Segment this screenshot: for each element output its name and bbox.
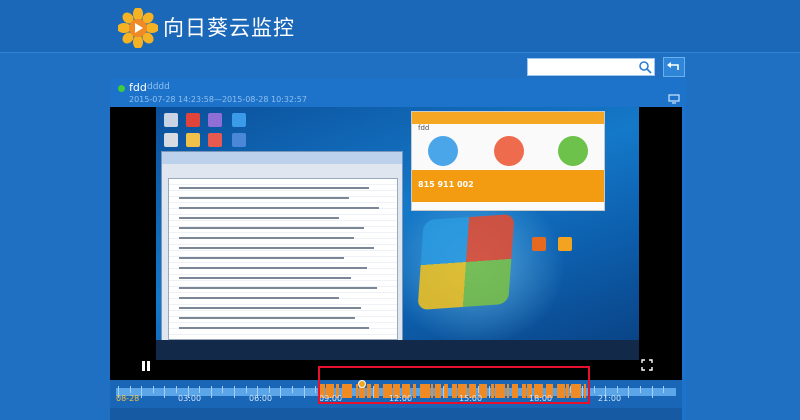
video-player[interactable]: fdd 815 911 002: [110, 107, 682, 380]
timeline-tick: [152, 386, 154, 393]
timeline-tick: [628, 386, 630, 398]
desktop-icon: [232, 133, 246, 147]
timeline-tick: [222, 386, 224, 393]
timeline-tick: [245, 386, 247, 393]
search-icon[interactable]: [638, 60, 652, 74]
client-name: fdd: [418, 124, 430, 132]
desktop-icon: [558, 237, 572, 251]
desktop-icon: [532, 237, 546, 251]
desktop-icon: [208, 113, 222, 127]
device-subtitle: dddd: [147, 82, 170, 92]
timeline-tick: [640, 386, 641, 393]
back-button[interactable]: [663, 57, 685, 77]
timeline-hour-label: 21:00: [598, 394, 622, 403]
windows-taskbar: [156, 340, 639, 360]
timeline-tick: [593, 386, 595, 393]
timeline-hour-label: 06:00: [249, 394, 273, 403]
app-header: 向日葵云监控: [0, 0, 800, 53]
timeline-tick: [651, 386, 653, 398]
process-list: [168, 178, 398, 340]
desktop-icon: [164, 113, 178, 127]
device-name: fdd: [129, 81, 147, 94]
monitor-icon[interactable]: [668, 94, 680, 104]
device-time-range: 2015-07-28 14:23:58—2015-08-28 10:32:57: [129, 95, 307, 104]
search-input[interactable]: [527, 58, 655, 76]
timeline-tick: [141, 386, 143, 398]
timeline-date: 08-28: [116, 394, 140, 403]
windows-wallpaper-logo: [417, 213, 515, 311]
timeline-tick: [210, 386, 212, 398]
timeline-tick: [616, 386, 618, 393]
timeline-tick: [663, 386, 665, 393]
pause-icon[interactable]: [141, 361, 151, 371]
desktop-icon: [208, 133, 222, 147]
timeline-subrow: [110, 408, 682, 420]
client-code: 815 911 002: [418, 180, 474, 189]
desktop-icon: [164, 133, 178, 147]
timeline-tick: [280, 386, 282, 398]
camera-icon: [494, 136, 524, 166]
timeline-tick: [129, 386, 131, 393]
desktop-icon: [232, 113, 246, 127]
sunlogin-client-window: fdd 815 911 002: [411, 111, 605, 211]
online-status-dot: [118, 85, 125, 92]
timeline-tick: [315, 386, 317, 393]
network-icon: [558, 136, 588, 166]
desktop-icon: [186, 133, 200, 147]
app-title: 向日葵云监控: [163, 16, 295, 40]
timeline-hour-label: 03:00: [178, 394, 202, 403]
power-icon: [428, 136, 458, 166]
recording-highlight-box: [318, 366, 590, 404]
timeline-tick: [303, 386, 305, 398]
task-manager-window: [161, 151, 403, 353]
timeline-tick: [176, 386, 177, 393]
timeline-tick: [268, 386, 270, 393]
desktop-icon: [186, 113, 200, 127]
remote-desktop-screenshot: fdd 815 911 002: [156, 107, 639, 360]
timeline-tick: [164, 386, 166, 398]
timeline-tick: [199, 386, 201, 393]
timeline-tick: [292, 386, 293, 393]
timeline-tick: [234, 386, 235, 398]
fullscreen-icon[interactable]: [641, 359, 653, 371]
sunflower-logo-icon: [118, 8, 158, 48]
